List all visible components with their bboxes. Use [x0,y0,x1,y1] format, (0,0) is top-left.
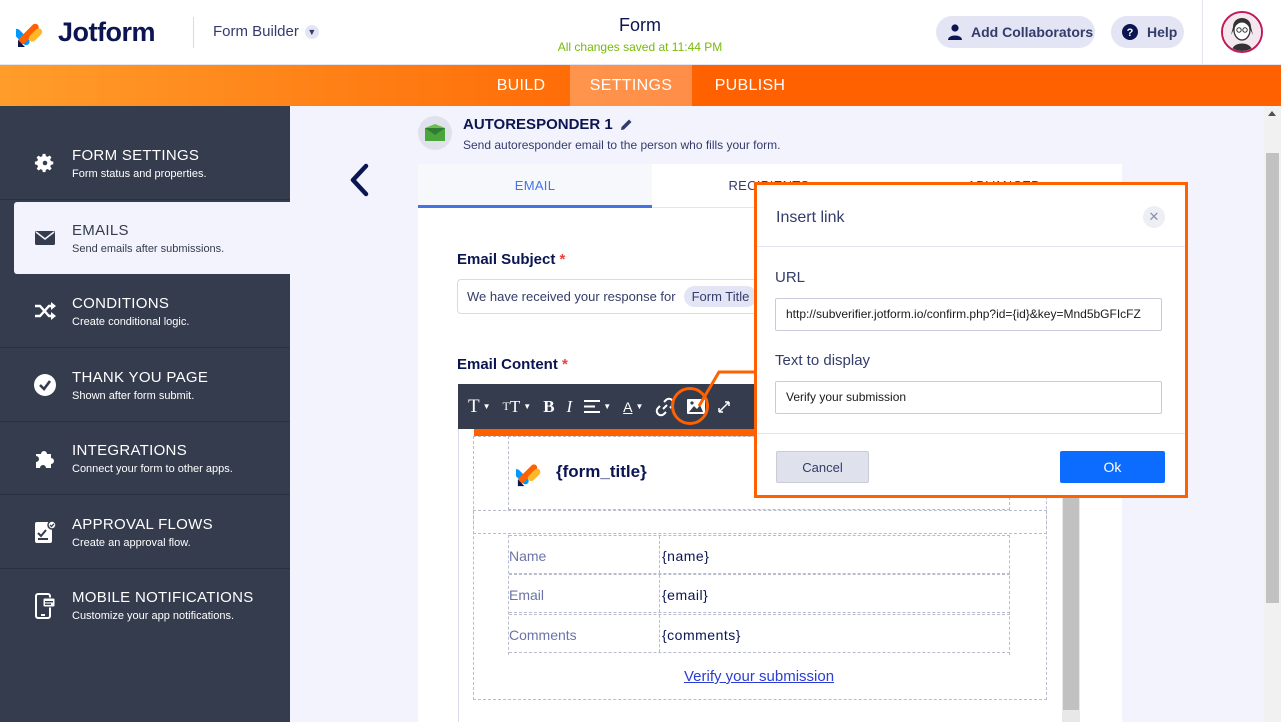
envelope-icon [33,226,57,250]
font-family-button[interactable]: T ▼ [464,392,495,422]
tab-build[interactable]: BUILD [471,65,571,106]
add-collaborators-button[interactable]: Add Collaborators [936,16,1095,48]
sidebar-item-form-settings[interactable]: FORM SETTINGS Form status and properties. [0,127,290,200]
scroll-up-icon[interactable] [1268,111,1276,116]
sidebar-item-conditions[interactable]: CONDITIONS Create conditional logic. [0,275,290,348]
sidebar-item-title: APPROVAL FLOWS [72,515,213,533]
autoresponder-icon [418,116,452,150]
form-title-variable: {form_title} [556,462,647,481]
sidebar-item-title: MOBILE NOTIFICATIONS [72,589,254,606]
editor-scrollbar[interactable] [1062,490,1080,722]
user-icon [948,24,962,40]
sidebar-item-thank-you-page[interactable]: THANK YOU PAGE Shown after form submit. [0,349,290,422]
top-bar: Jotform Form Builder ▼ Form All changes … [0,0,1281,65]
puzzle-icon [33,446,57,470]
link-button-highlight [671,387,709,425]
form-builder-dropdown[interactable]: Form Builder ▼ [213,23,319,40]
text-to-display-input[interactable]: Verify your submission [775,381,1162,414]
back-button[interactable] [346,163,374,202]
avatar[interactable] [1221,11,1263,53]
help-label: Help [1147,24,1178,40]
approval-icon [33,520,57,544]
sidebar-item-title: CONDITIONS [72,294,170,312]
divider [193,17,194,48]
dialog-divider [757,433,1185,434]
table-frame [508,535,1010,655]
form-title-tag[interactable]: Form Title [683,286,758,307]
add-collaborators-label: Add Collaborators [971,24,1094,40]
gear-icon [33,151,57,175]
logo-text: Jotform [58,17,156,47]
jotform-logo[interactable]: Jotform [16,17,156,48]
sidebar-item-title: THANK YOU PAGE [72,368,209,386]
italic-button[interactable]: I [563,392,577,422]
svg-text:?: ? [1127,27,1134,39]
chevron-left-icon [350,163,369,197]
close-icon[interactable]: ✕ [1143,206,1165,228]
sidebar-item-desc: Shown after form submit. [72,389,195,402]
email-subject-input[interactable]: We have received your response for Form … [457,279,777,314]
required-mark: * [559,251,566,268]
email-subject-label: Email Subject * [457,251,566,268]
font-size-button[interactable]: T T ▼ [499,392,536,422]
sidebar-item-integrations[interactable]: INTEGRATIONS Connect your form to other a… [0,422,290,495]
divider [1202,0,1203,65]
page-scrollbar[interactable] [1264,106,1281,722]
save-status: All changes saved at 11:44 PM [557,40,723,54]
scrollbar-thumb[interactable] [1063,490,1079,710]
sidebar-item-title: EMAILS [72,221,129,239]
sidebar-item-title: FORM SETTINGS [72,146,200,164]
dialog-header: Insert link ✕ [757,185,1185,247]
jotform-logo-icon [16,23,43,47]
bold-button[interactable]: B [539,392,558,422]
sidebar-item-desc: Create an approval flow. [72,536,191,549]
form-builder-label: Form Builder [213,23,299,40]
subject-text: We have received your response for [467,289,676,304]
help-button[interactable]: ? Help [1111,16,1184,48]
sidebar-item-desc: Create conditional logic. [72,315,190,328]
verify-link[interactable]: Verify your submission [684,668,834,685]
scrollbar-thumb[interactable] [1266,153,1279,603]
mobile-icon [33,592,57,619]
dialog-title: Insert link [776,209,845,226]
align-left-icon [584,400,601,413]
tab-settings[interactable]: SETTINGS [570,65,692,106]
form-title[interactable]: Form [540,15,740,36]
url-label: URL [775,269,806,286]
settings-sidebar: FORM SETTINGS Form status and properties.… [0,106,290,722]
url-input[interactable]: http://subverifier.jotform.io/confirm.ph… [775,298,1162,331]
tab-email[interactable]: EMAIL [418,164,652,208]
main-nav: BUILD SETTINGS PUBLISH [0,65,1281,106]
tab-publish[interactable]: PUBLISH [695,65,805,106]
ok-button[interactable]: Ok [1060,451,1165,483]
chevron-down-icon: ▼ [304,24,319,39]
sidebar-item-desc: Connect your form to other apps. [72,462,233,475]
autoresponder-title[interactable]: AUTORESPONDER 1 [463,116,633,133]
text-to-display-label: Text to display [775,352,871,369]
autoresponder-subtitle: Send autoresponder email to the person w… [463,138,781,152]
required-mark: * [562,356,568,373]
sidebar-item-approval-flows[interactable]: APPROVAL FLOWS Create an approval flow. [0,496,290,569]
email-content-label: Email Content * [457,356,568,373]
insert-link-dialog: Insert link ✕ URL http://subverifier.jot… [754,182,1188,498]
template-spacer [473,510,1047,534]
sidebar-item-title: INTEGRATIONS [72,441,187,459]
sidebar-item-mobile-notifications[interactable]: MOBILE NOTIFICATIONS Customize your app n… [0,569,290,642]
sidebar-item-emails[interactable]: EMAILS Send emails after submissions. [14,202,290,274]
shuffle-icon [33,299,57,323]
avatar-image [1223,13,1261,51]
template-accent-bar [474,429,764,436]
align-button[interactable]: ▼ [580,392,615,422]
pencil-icon[interactable] [620,118,633,131]
sidebar-item-desc: Send emails after submissions. [72,242,225,255]
sidebar-item-desc: Form status and properties. [72,167,207,180]
jotform-logo-icon [513,458,544,493]
sidebar-item-desc: Customize your app notifications. [72,610,235,622]
check-circle-icon [33,373,57,397]
text-color-button[interactable]: A ▼ [619,392,647,422]
question-icon: ? [1122,24,1138,40]
cancel-button[interactable]: Cancel [776,451,869,483]
autoresponder-title-text: AUTORESPONDER 1 [463,116,613,133]
